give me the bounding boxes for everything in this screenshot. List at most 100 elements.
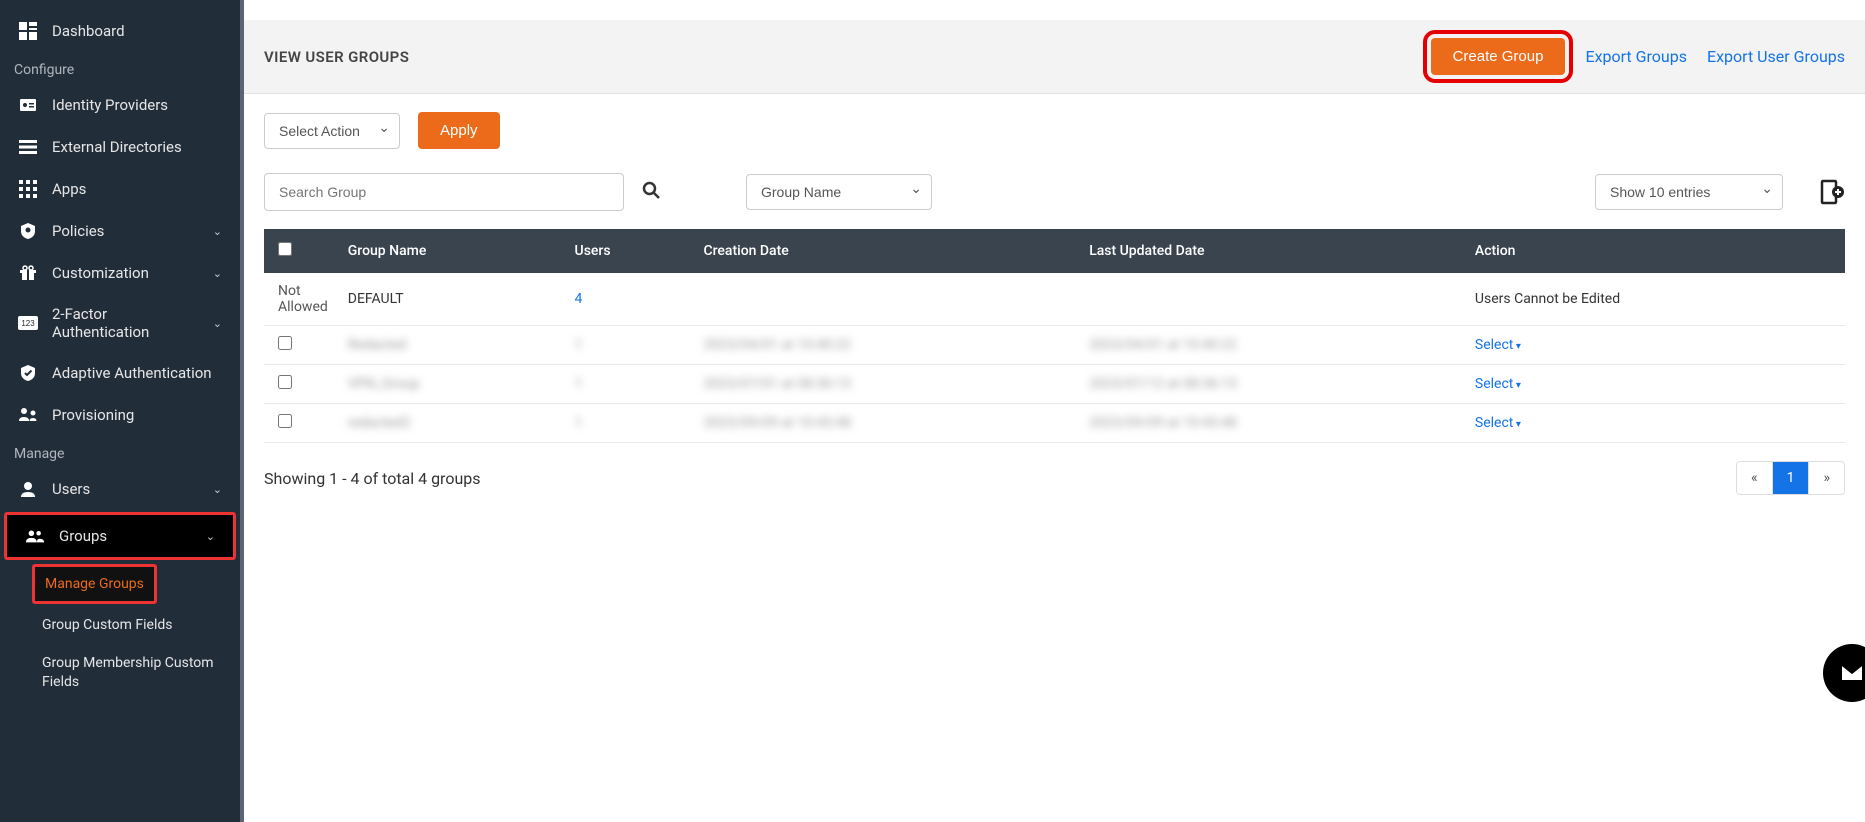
table-row: Not AllowedDEFAULT4Users Cannot be Edite…: [264, 273, 1845, 326]
sidebar: Dashboard Configure Identity Providers E…: [0, 0, 244, 822]
sidebar-item-label: Customization: [52, 264, 149, 282]
col-group-name: Group Name: [338, 229, 565, 273]
users-link[interactable]: 4: [575, 291, 583, 307]
cell-updated: 2023/09/09 at 10:43:48: [1079, 404, 1465, 443]
chevron-down-icon: ⌄: [213, 267, 222, 280]
sidebar-item-2fa[interactable]: 123 2-Factor Authentication ⌄: [0, 294, 240, 352]
sidebar-item-label: Policies: [52, 222, 104, 240]
sidebar-item-label: Users: [52, 480, 90, 498]
cell-updated: [1079, 273, 1465, 326]
sidebar-sub-group-custom-fields[interactable]: Group Custom Fields: [0, 606, 240, 644]
cell-users: 4: [565, 273, 694, 326]
header-actions: Create Group Export Groups Export User G…: [1431, 38, 1845, 75]
apps-icon: [18, 179, 38, 199]
sidebar-item-apps[interactable]: Apps: [0, 168, 240, 210]
cell-created: [693, 273, 1079, 326]
row-select-action[interactable]: Select: [1475, 415, 1521, 431]
row-checkbox[interactable]: [278, 375, 292, 389]
123-icon: 123: [18, 313, 38, 333]
cell-created: 2023/09/09 at 10:43:48: [693, 404, 1079, 443]
cell-updated: 2023/07/12 at 08:36:13: [1079, 365, 1465, 404]
sidebar-item-label: Provisioning: [52, 406, 134, 424]
chevron-down-icon: ⌄: [213, 317, 222, 330]
page-prev[interactable]: «: [1737, 462, 1773, 494]
groups-table: Group Name Users Creation Date Last Upda…: [264, 229, 1845, 443]
page-title: VIEW USER GROUPS: [264, 48, 409, 66]
row-checkbox-disabled: Not Allowed: [264, 273, 338, 326]
page-next[interactable]: »: [1809, 462, 1844, 494]
sidebar-item-customization[interactable]: Customization ⌄: [0, 252, 240, 294]
group-icon: [25, 526, 45, 546]
configure-heading: Configure: [0, 52, 240, 84]
sidebar-item-external-directories[interactable]: External Directories: [0, 126, 240, 168]
showing-text: Showing 1 - 4 of total 4 groups: [264, 469, 481, 488]
row-checkbox[interactable]: [278, 414, 292, 428]
svg-text:123: 123: [21, 319, 35, 328]
cell-created: 2023/07/01 at 08:36:13: [693, 365, 1079, 404]
sidebar-item-provisioning[interactable]: Provisioning: [0, 394, 240, 436]
col-creation-date: Creation Date: [693, 229, 1079, 273]
row-select-action[interactable]: Select: [1475, 337, 1521, 353]
cell-action: Users Cannot be Edited: [1465, 273, 1845, 326]
table-row: Redacted12023/04/01 at 10:40:222023/04/0…: [264, 326, 1845, 365]
row-select-action[interactable]: Select: [1475, 376, 1521, 392]
sidebar-sub-group-membership-custom-fields[interactable]: Group Membership Custom Fields: [0, 644, 240, 700]
sidebar-item-policies[interactable]: Policies ⌄: [0, 210, 240, 252]
chevron-down-icon: ⌄: [213, 483, 222, 496]
select-all-checkbox[interactable]: [278, 242, 292, 256]
sidebar-item-groups[interactable]: Groups ⌄: [4, 512, 236, 560]
user-icon: [18, 479, 38, 499]
search-input[interactable]: [264, 173, 624, 211]
sidebar-sub-manage-groups[interactable]: Manage Groups: [32, 564, 157, 604]
table-row: VPN_Group12023/07/01 at 08:36:132023/07/…: [264, 365, 1845, 404]
export-user-groups-link[interactable]: Export User Groups: [1707, 47, 1845, 66]
filter-by-dropdown[interactable]: Group Name: [746, 174, 932, 210]
sidebar-item-label: Apps: [52, 180, 86, 198]
list-icon: [18, 137, 38, 157]
apply-button[interactable]: Apply: [418, 112, 500, 149]
sidebar-sub-label: Group Custom Fields: [42, 617, 173, 633]
cell-users: 1: [565, 326, 694, 365]
shield-icon: [18, 221, 38, 241]
id-icon: [18, 95, 38, 115]
export-groups-link[interactable]: Export Groups: [1585, 47, 1687, 66]
main-content: VIEW USER GROUPS Create Group Export Gro…: [244, 0, 1865, 822]
create-group-button[interactable]: Create Group: [1431, 38, 1566, 75]
sidebar-item-label: External Directories: [52, 138, 182, 156]
col-action: Action: [1465, 229, 1845, 273]
dashboard-icon: [18, 21, 38, 41]
table-footer: Showing 1 - 4 of total 4 groups « 1 »: [264, 443, 1845, 495]
chevron-down-icon: ⌄: [206, 530, 215, 543]
sidebar-sub-label: Group Membership Custom Fields: [42, 655, 214, 689]
gift-icon: [18, 263, 38, 283]
provisioning-icon: [18, 405, 38, 425]
cell-action: Select: [1465, 326, 1845, 365]
add-column-icon[interactable]: [1819, 179, 1845, 205]
sidebar-item-adaptive-auth[interactable]: Adaptive Authentication: [0, 352, 240, 394]
show-entries-dropdown[interactable]: Show 10 entries: [1595, 174, 1783, 210]
cell-users: 1: [565, 404, 694, 443]
page-current[interactable]: 1: [1773, 462, 1810, 494]
sidebar-item-dashboard[interactable]: Dashboard: [0, 10, 240, 52]
cell-action: Select: [1465, 365, 1845, 404]
cell-group-name: Redacted: [338, 326, 565, 365]
sidebar-item-label: 2-Factor Authentication: [52, 305, 199, 341]
sidebar-item-identity-providers[interactable]: Identity Providers: [0, 84, 240, 126]
row-checkbox[interactable]: [278, 336, 292, 350]
cell-action: Select: [1465, 404, 1845, 443]
pagination: « 1 »: [1736, 461, 1845, 495]
table-header-row: Group Name Users Creation Date Last Upda…: [264, 229, 1845, 273]
sidebar-item-label: Groups: [59, 527, 107, 545]
select-action-dropdown[interactable]: Select Action: [264, 113, 400, 149]
action-toolbar: Select Action Apply: [264, 112, 1845, 149]
cell-users: 1: [565, 365, 694, 404]
cell-updated: 2023/04/01 at 10:40:22: [1079, 326, 1465, 365]
page-header: VIEW USER GROUPS Create Group Export Gro…: [244, 20, 1865, 94]
cell-group-name: redacted2: [338, 404, 565, 443]
search-icon[interactable]: [642, 181, 660, 204]
sidebar-item-users[interactable]: Users ⌄: [0, 468, 240, 510]
sidebar-item-label: Adaptive Authentication: [52, 364, 212, 382]
chevron-down-icon: ⌄: [213, 225, 222, 238]
cell-created: 2023/04/01 at 10:40:22: [693, 326, 1079, 365]
col-users: Users: [565, 229, 694, 273]
